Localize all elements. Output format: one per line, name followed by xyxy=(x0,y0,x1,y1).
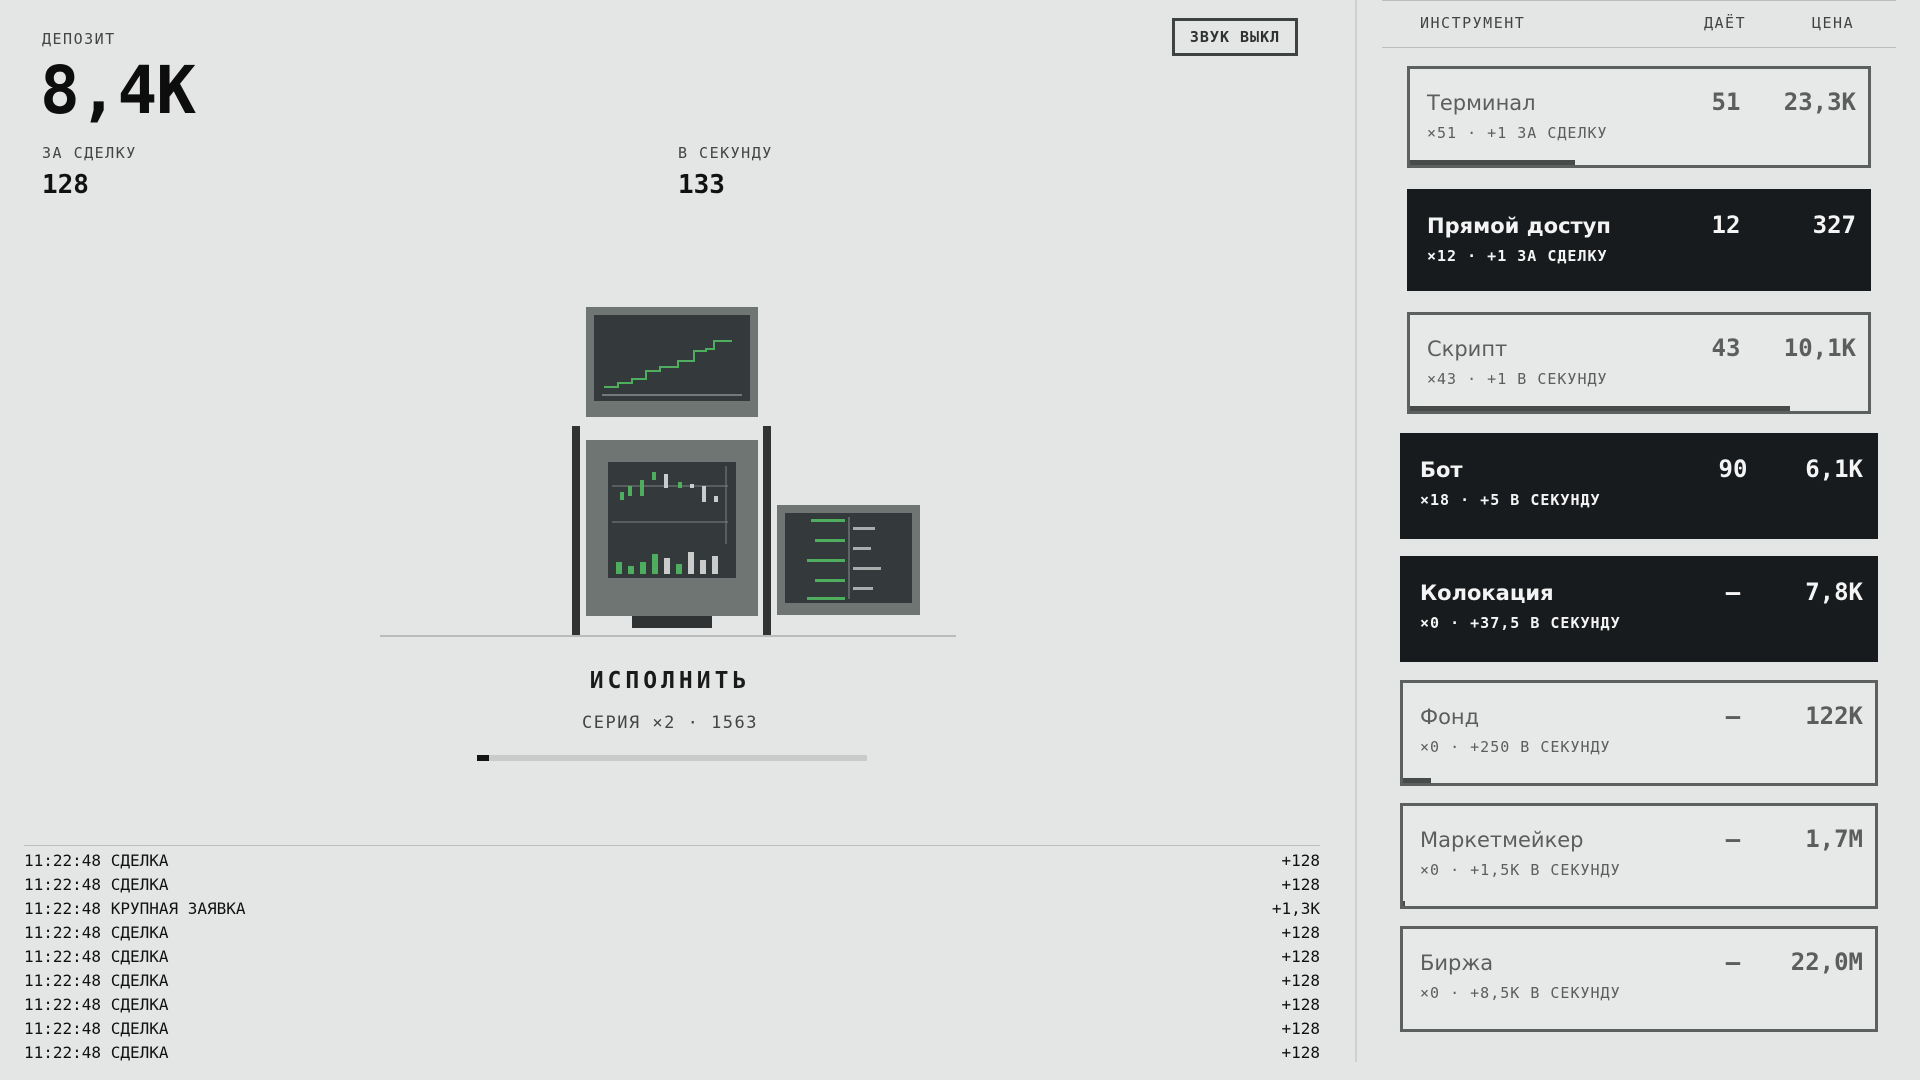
orderbook-monitor xyxy=(777,505,920,615)
shop-item-name: Маркетмейкер xyxy=(1420,828,1584,852)
shop-item-name: Скрипт xyxy=(1427,337,1508,361)
shop-item-price: 10,1К xyxy=(1783,334,1856,362)
shop-item-price: 1,7М xyxy=(1805,825,1863,853)
shop-item-price: 122К xyxy=(1805,702,1863,730)
shop-item-progress-bar xyxy=(1403,901,1406,906)
shop-item-subtitle: ×0 · +250 В СЕКУНДУ xyxy=(1420,738,1611,756)
shop-item-progress-bar xyxy=(1410,160,1575,165)
main-monitor xyxy=(586,440,758,616)
log-entry: 11:22:48 СДЕЛКА +128 xyxy=(24,921,1320,945)
shop-item-name: Бот xyxy=(1420,458,1463,482)
trading-machine[interactable] xyxy=(380,300,980,640)
log-entry: 11:22:48 СДЕЛКА +128 xyxy=(24,969,1320,993)
shop-item-name: Терминал xyxy=(1427,91,1536,115)
sound-toggle-button[interactable]: ЗВУК ВЫКЛ xyxy=(1172,18,1298,56)
per-second-value: 133 xyxy=(678,170,725,200)
log-entry-amount: +1,3К xyxy=(1271,899,1320,918)
candlestick-chart-icon xyxy=(612,466,728,574)
log-entry-amount: +128 xyxy=(1281,995,1320,1014)
order-book-icon xyxy=(807,517,881,600)
log-entry-text: 11:22:48 СДЕЛКА xyxy=(24,1019,169,1038)
log-entry: 11:22:48 СДЕЛКА +128 xyxy=(24,1017,1320,1041)
log-entry-text: 11:22:48 КРУПНАЯ ЗАЯВКА xyxy=(24,899,246,918)
shop-item-price: 7,8К xyxy=(1805,578,1863,606)
log-entry-text: 11:22:48 СДЕЛКА xyxy=(24,947,169,966)
log-entry: 11:22:48 СДЕЛКА +128 xyxy=(24,993,1320,1017)
shop-item-subtitle: ×51 · +1 ЗА СДЕЛКУ xyxy=(1427,124,1608,142)
monitor-stand xyxy=(632,616,712,628)
top-monitor xyxy=(586,307,758,417)
streak-label: СЕРИЯ ×2 · 1563 xyxy=(581,713,759,733)
log-entry: 11:22:48 СДЕЛКА +128 xyxy=(24,945,1320,969)
log-entry: 11:22:48 КРУПНАЯ ЗАЯВКА +1,3К xyxy=(24,897,1320,921)
machine-floor-line xyxy=(380,635,956,637)
shop-item-card[interactable]: Скрипт ×43 · +1 В СЕКУНДУ 43 10,1К xyxy=(1407,312,1871,414)
shop-item-subtitle: ×12 · +1 ЗА СДЕЛКУ xyxy=(1427,247,1608,265)
log-entry-text: 11:22:48 СДЕЛКА xyxy=(24,875,169,894)
per-trade-label: ЗА СДЕЛКУ xyxy=(42,144,137,162)
shop-item-gives: — xyxy=(1725,825,1741,853)
shop-item-progress-bar xyxy=(1403,778,1432,783)
shop-item-gives: 90 xyxy=(1718,455,1748,483)
header-instrument: ИНСТРУМЕНТ xyxy=(1420,14,1526,32)
shop-item-subtitle: ×43 · +1 В СЕКУНДУ xyxy=(1427,370,1608,388)
log-entry-amount: +128 xyxy=(1281,851,1320,870)
log-entry-amount: +128 xyxy=(1281,1019,1320,1038)
shop-item-card[interactable]: Прямой доступ ×12 · +1 ЗА СДЕЛКУ 12 327 xyxy=(1407,189,1871,291)
shop-item-gives: 51 xyxy=(1711,88,1741,116)
log-entry-amount: +128 xyxy=(1281,1043,1320,1062)
log-entry-amount: +128 xyxy=(1281,971,1320,990)
shop-item-gives: 43 xyxy=(1711,334,1741,362)
shop-item-gives: — xyxy=(1725,702,1741,730)
log-entry: 11:22:48 СДЕЛКА +128 xyxy=(24,873,1320,897)
log-entry-amount: +128 xyxy=(1281,923,1320,942)
shop-header: ИНСТРУМЕНТ ДАЁТ ЦЕНА xyxy=(1382,0,1896,48)
log-entry-text: 11:22:48 СДЕЛКА xyxy=(24,923,169,942)
shop-item-card[interactable]: Колокация ×0 · +37,5 В СЕКУНДУ — 7,8К xyxy=(1400,556,1878,662)
log-entry-text: 11:22:48 СДЕЛКА xyxy=(24,1043,169,1062)
shop-item-card[interactable]: Терминал ×51 · +1 ЗА СДЕЛКУ 51 23,3К xyxy=(1407,66,1871,168)
log-entry: 11:22:48 СДЕЛКА +128 xyxy=(24,1041,1320,1065)
left-pillar xyxy=(572,426,580,636)
deposit-value: 8,4К xyxy=(40,52,196,129)
log-entry-amount: +128 xyxy=(1281,875,1320,894)
step-line-chart-icon xyxy=(602,340,742,396)
shop-item-price: 6,1К xyxy=(1805,455,1863,483)
deposit-label: ДЕПОЗИТ xyxy=(42,30,116,48)
log-entry: 11:22:48 СДЕЛКА +128 xyxy=(24,849,1320,873)
per-second-label: В СЕКУНДУ xyxy=(678,144,773,162)
shop-item-name: Фонд xyxy=(1420,705,1480,729)
log-entry-text: 11:22:48 СДЕЛКА xyxy=(24,851,169,870)
shop-item-gives: — xyxy=(1725,578,1741,606)
shop-item-name: Биржа xyxy=(1420,951,1494,975)
per-trade-value: 128 xyxy=(42,170,89,200)
log-entry-text: 11:22:48 СДЕЛКА xyxy=(24,971,169,990)
shop-item-price: 23,3К xyxy=(1783,88,1856,116)
shop-item-card[interactable]: Маркетмейкер ×0 · +1,5К В СЕКУНДУ — 1,7М xyxy=(1400,803,1878,909)
shop-item-card[interactable]: Фонд ×0 · +250 В СЕКУНДУ — 122К xyxy=(1400,680,1878,786)
shop-item-name: Колокация xyxy=(1420,581,1554,605)
streak-progress-fill xyxy=(477,755,489,761)
panel-divider xyxy=(1355,0,1357,1062)
event-log: 11:22:48 СДЕЛКА +128 11:22:48 СДЕЛКА +128 11… xyxy=(24,845,1320,1065)
shop-item-gives: — xyxy=(1725,948,1741,976)
right-pillar xyxy=(763,426,771,636)
shop-item-subtitle: ×0 · +1,5К В СЕКУНДУ xyxy=(1420,861,1621,879)
shop-item-progress-bar xyxy=(1410,406,1791,411)
shop-item-name: Прямой доступ xyxy=(1427,214,1611,238)
shop-item-subtitle: ×0 · +8,5К В СЕКУНДУ xyxy=(1420,984,1621,1002)
log-entry-text: 11:22:48 СДЕЛКА xyxy=(24,995,169,1014)
shop-item-price: 327 xyxy=(1812,211,1856,239)
header-price: ЦЕНА xyxy=(1812,14,1855,32)
streak-progress-bar xyxy=(477,755,867,761)
shop-item-subtitle: ×0 · +37,5 В СЕКУНДУ xyxy=(1420,614,1621,632)
execute-button[interactable]: ИСПОЛНИТЬ xyxy=(580,668,760,694)
header-gives: ДАЁТ xyxy=(1704,14,1747,32)
shop-item-card[interactable]: Бот ×18 · +5 В СЕКУНДУ 90 6,1К xyxy=(1400,433,1878,539)
log-entry-amount: +128 xyxy=(1281,947,1320,966)
shop-item-gives: 12 xyxy=(1711,211,1741,239)
shop-item-price: 22,0М xyxy=(1790,948,1863,976)
shop-item-subtitle: ×18 · +5 В СЕКУНДУ xyxy=(1420,491,1601,509)
shop-item-card[interactable]: Биржа ×0 · +8,5К В СЕКУНДУ — 22,0М xyxy=(1400,926,1878,1032)
